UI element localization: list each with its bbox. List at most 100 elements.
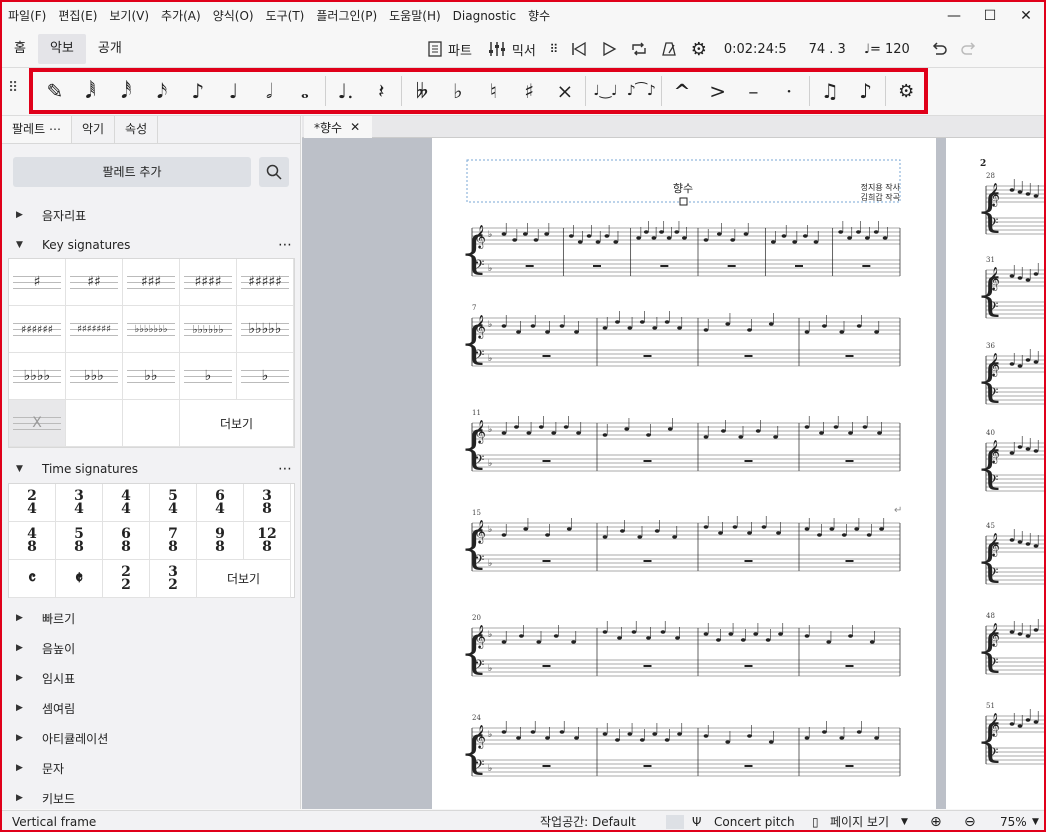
note-head[interactable]: [1009, 274, 1015, 278]
note-head[interactable]: [637, 535, 643, 539]
note-head[interactable]: [636, 236, 642, 240]
section-clefs[interactable]: ▶ 음자리표: [2, 204, 300, 226]
note-head[interactable]: [1009, 722, 1015, 726]
slur-button[interactable]: ♪⁀♪: [623, 72, 659, 110]
note-head[interactable]: [813, 240, 819, 244]
marcato-button[interactable]: ^: [664, 72, 700, 110]
note-head[interactable]: [804, 425, 810, 429]
note-head[interactable]: [848, 431, 853, 435]
note-head[interactable]: [1033, 194, 1039, 198]
key-cell[interactable]: ♯♯♯♯♯♯♯: [66, 306, 123, 353]
note-head[interactable]: [516, 330, 521, 334]
key-cell[interactable]: ♭♭: [123, 353, 180, 400]
note-head[interactable]: [1025, 358, 1031, 362]
note-head[interactable]: [1025, 447, 1031, 451]
key-cell[interactable]: ♯♯♯♯: [180, 259, 237, 306]
more-icon[interactable]: ⋯: [278, 237, 293, 253]
note-head[interactable]: [728, 632, 734, 636]
note-head[interactable]: [732, 525, 738, 529]
note-head[interactable]: [602, 732, 608, 736]
note-head[interactable]: [617, 636, 622, 640]
note-head[interactable]: [615, 738, 620, 742]
note-head[interactable]: [501, 533, 507, 537]
tab-publish[interactable]: 공개: [86, 34, 134, 64]
note-head[interactable]: [1017, 632, 1023, 636]
workspace-selector[interactable]: 작업공간: Default: [540, 811, 636, 830]
note-head[interactable]: [1017, 540, 1023, 544]
view-mode-selector[interactable]: 페이지 보기: [830, 811, 889, 830]
key-cell[interactable]: ♯♯♯♯♯♯: [9, 306, 66, 353]
note-head[interactable]: [856, 230, 861, 234]
flip-direction-button[interactable]: ♪: [848, 72, 884, 110]
note-head[interactable]: [866, 533, 872, 537]
note-head[interactable]: [804, 527, 810, 531]
note-head[interactable]: [681, 236, 687, 240]
note-head[interactable]: [660, 630, 666, 634]
note-head[interactable]: [677, 326, 682, 330]
time-cell[interactable]: 48: [9, 522, 56, 560]
note-head[interactable]: [1033, 449, 1039, 453]
key-cell[interactable]: ♭: [180, 353, 237, 400]
loop-button[interactable]: [624, 34, 654, 64]
note-head[interactable]: [1009, 451, 1015, 455]
key-cell-none[interactable]: X: [9, 400, 66, 447]
note-head[interactable]: [874, 736, 879, 740]
note-head[interactable]: [738, 435, 744, 439]
note-head[interactable]: [768, 740, 774, 744]
note-head[interactable]: [703, 238, 709, 242]
note-head[interactable]: [877, 431, 882, 435]
time-cell[interactable]: 64: [197, 484, 244, 522]
note-head[interactable]: [753, 632, 759, 636]
note-head[interactable]: [602, 326, 608, 330]
note-head[interactable]: [586, 234, 592, 238]
note-head[interactable]: [879, 527, 884, 531]
note-head[interactable]: [703, 632, 709, 636]
note-head[interactable]: [674, 230, 680, 234]
system[interactable]: {𝄞𝄢♭♭11: [460, 409, 901, 474]
time-cell[interactable]: 68: [103, 522, 150, 560]
time-cell[interactable]: 38: [244, 484, 291, 522]
system[interactable]: {𝄞𝄢28: [976, 172, 1044, 237]
note-head[interactable]: [639, 738, 645, 742]
note-head[interactable]: [576, 431, 581, 435]
note-head[interactable]: [574, 736, 579, 740]
time-cell[interactable]: 12 8: [244, 522, 291, 560]
note-head[interactable]: [659, 230, 664, 234]
section-articulations[interactable]: ▶ 아티큘레이션: [2, 727, 300, 749]
note-head[interactable]: [516, 736, 521, 740]
note-head[interactable]: [829, 527, 835, 531]
chevron-down-icon[interactable]: ▼: [1032, 811, 1039, 830]
key-cell[interactable]: ♭♭♭: [66, 353, 123, 400]
note-head[interactable]: [672, 535, 677, 539]
augmentation-dot-button[interactable]: ♩.: [328, 72, 364, 110]
note-head[interactable]: [654, 529, 660, 533]
note-head[interactable]: [595, 240, 601, 244]
section-pitch[interactable]: ▶ 음높이: [2, 637, 300, 659]
natural-button[interactable]: ♮: [476, 72, 512, 110]
tab-score[interactable]: 악보: [37, 34, 86, 64]
note-head[interactable]: [747, 328, 752, 332]
parts-button[interactable]: 파트: [420, 34, 480, 64]
note-head[interactable]: [604, 234, 610, 238]
note-head[interactable]: [523, 527, 529, 531]
note-head[interactable]: [571, 640, 576, 644]
note-head[interactable]: [602, 535, 608, 539]
note-head[interactable]: [817, 533, 822, 537]
time-cell[interactable]: 44: [103, 484, 150, 522]
note-head[interactable]: [501, 640, 507, 644]
note-head[interactable]: [574, 330, 579, 334]
duration-16th-button[interactable]: 𝅘𝅥𝅯: [144, 72, 180, 110]
metronome-button[interactable]: [654, 34, 684, 64]
note-head[interactable]: [1033, 360, 1039, 364]
note-head[interactable]: [873, 230, 879, 234]
note-head[interactable]: [501, 431, 507, 435]
playback-grip-icon[interactable]: ⠿: [544, 34, 564, 64]
menu-help[interactable]: 도움말(H): [383, 2, 447, 30]
concert-pitch-toggle[interactable]: [666, 815, 684, 829]
mixer-button[interactable]: 믹서: [480, 34, 544, 64]
time-cell[interactable]: 24: [9, 484, 56, 522]
note-head[interactable]: [666, 236, 672, 240]
time-more-button[interactable]: 더보기: [197, 560, 291, 598]
note-head[interactable]: [773, 435, 778, 439]
staccato-button[interactable]: ·: [771, 72, 807, 110]
